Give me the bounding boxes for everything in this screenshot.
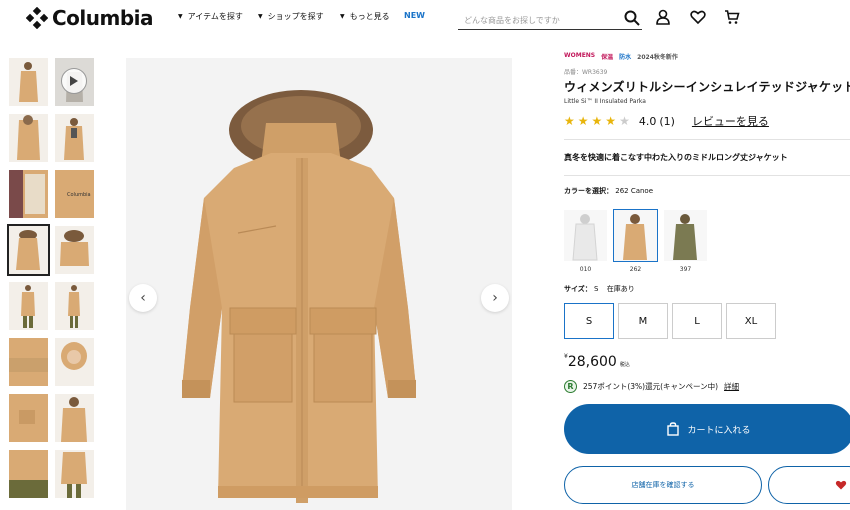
tag-warmth[interactable]: 保温 — [601, 52, 613, 61]
price: ¥ 28,600 税込 — [564, 353, 630, 370]
divider — [564, 175, 850, 176]
thumbnail[interactable] — [55, 450, 94, 498]
parka-illustration — [126, 58, 512, 510]
columbia-logo-icon — [26, 7, 48, 29]
nav-new[interactable]: NEW — [404, 11, 425, 20]
price-currency: ¥ — [564, 353, 568, 360]
size-button-l[interactable]: L — [672, 303, 722, 339]
chevron-down-icon: ▼ — [178, 13, 183, 20]
product-tags: WOMENS 保温 防水 2024秋冬新作 — [564, 52, 850, 61]
points-text: 257ポイント(3%)還元(キャンペーン中) — [583, 382, 719, 391]
tag-new-season[interactable]: 2024秋冬新作 — [637, 52, 678, 61]
swatch-397[interactable] — [664, 210, 707, 261]
price-tax: 税込 — [619, 362, 630, 368]
size-label: サイズ： S 在庫あり — [564, 284, 635, 294]
star-icon: ★ — [591, 114, 603, 128]
size-button-m[interactable]: M — [618, 303, 668, 339]
swatch-code: 010 — [579, 266, 592, 273]
play-icon — [61, 68, 87, 94]
size-label-text: サイズ： — [564, 285, 592, 293]
thumbnail[interactable] — [55, 282, 94, 330]
star-icon: ★ — [605, 114, 617, 128]
nav-find-items[interactable]: ▼ アイテムを探す — [178, 11, 243, 22]
thumbnail[interactable] — [55, 394, 94, 442]
site-header: Columbia ▼ アイテムを探す ▼ ショップを探す ▼ もっと見る NEW — [0, 0, 850, 46]
color-label-text: カラーを選択： — [564, 187, 613, 195]
thumbnail[interactable] — [9, 282, 48, 330]
product-info-panel: WOMENS 保温 防水 2024秋冬新作 品番：WR3639 ウィメンズリトル… — [564, 52, 850, 504]
thumbnail-selected[interactable] — [7, 224, 50, 276]
search-icon[interactable] — [624, 10, 640, 26]
nav-label: もっと見る — [349, 12, 390, 21]
thumbnail[interactable] — [9, 450, 48, 498]
cart-bag-icon — [667, 422, 680, 436]
points-detail-link[interactable]: 詳細 — [724, 381, 739, 392]
logo-text: Columbia — [52, 6, 154, 30]
points-icon: R — [564, 380, 577, 393]
swatch-code: 397 — [679, 266, 692, 273]
check-store-stock-button[interactable]: 店舗在庫を確認する — [564, 466, 762, 504]
product-tagline: 真冬を快適に着こなす中わた入りのミドルロング丈ジャケット — [564, 153, 788, 162]
divider — [564, 139, 850, 140]
size-selected: S — [594, 285, 599, 293]
size-button-xl[interactable]: XL — [726, 303, 776, 339]
video-thumbnail[interactable] — [55, 58, 94, 106]
thumbnail[interactable] — [9, 394, 48, 442]
points-info: R 257ポイント(3%)還元(キャンペーン中) 詳細 — [564, 380, 739, 393]
star-empty-icon: ★ — [619, 114, 630, 128]
prev-image-button[interactable]: ‹ — [129, 284, 157, 312]
cart-icon[interactable] — [724, 9, 740, 25]
heart-icon — [835, 480, 847, 490]
review-count: (1) — [659, 114, 675, 128]
product-name: ウィメンズリトルシーインシュレイテッドジャケット — [564, 80, 850, 94]
rating-value: 4.0 — [638, 114, 657, 128]
chevron-right-icon: › — [492, 290, 498, 306]
thumbnail[interactable] — [9, 114, 48, 162]
next-image-button[interactable]: › — [481, 284, 509, 312]
main-product-image: ‹ › — [126, 58, 512, 510]
thumbnail[interactable] — [55, 226, 94, 274]
chevron-down-icon: ▼ — [340, 13, 345, 20]
thumbnail[interactable] — [55, 114, 94, 162]
thumbnail[interactable]: Columbia — [55, 170, 94, 218]
chevron-left-icon: ‹ — [140, 290, 146, 306]
svg-text:Columbia: Columbia — [67, 192, 91, 198]
thumbnail[interactable] — [9, 170, 48, 218]
thumbnail[interactable] — [9, 338, 48, 386]
color-swatches — [564, 209, 707, 262]
chevron-down-icon: ▼ — [258, 13, 263, 20]
favorite-button[interactable] — [768, 466, 850, 504]
logo[interactable]: Columbia — [26, 6, 154, 30]
heart-icon[interactable] — [690, 9, 706, 25]
product-number: 品番：WR3639 — [564, 69, 608, 76]
user-icon[interactable] — [656, 9, 670, 25]
add-to-cart-label: カートに入れる — [687, 425, 751, 436]
tag-womens[interactable]: WOMENS — [564, 52, 595, 61]
thumbnail[interactable] — [55, 338, 94, 386]
nav-find-shops[interactable]: ▼ ショップを探す — [258, 11, 324, 22]
add-to-cart-button[interactable]: カートに入れる — [564, 404, 850, 454]
size-button-s[interactable]: S — [564, 303, 614, 339]
star-icon: ★ — [564, 114, 575, 128]
swatch-010[interactable] — [564, 210, 607, 261]
swatch-262-selected[interactable] — [613, 209, 658, 262]
tag-waterproof[interactable]: 防水 — [619, 52, 631, 61]
swatch-code: 262 — [629, 266, 642, 273]
search-bar — [458, 8, 642, 31]
color-label: カラーを選択： 262 Canoe — [564, 186, 850, 196]
stock-status: 在庫あり — [606, 285, 635, 293]
review-link[interactable]: レビューを見る — [692, 113, 769, 129]
color-selected: 262 Canoe — [615, 187, 654, 195]
thumbnail[interactable] — [9, 58, 48, 106]
nav-more[interactable]: ▼ もっと見る — [340, 11, 390, 22]
search-input[interactable] — [458, 10, 618, 31]
product-name-en: Little Si™ II Insulated Parka — [564, 98, 646, 105]
nav-label: ショップを探す — [267, 12, 324, 21]
nav-label: アイテムを探す — [187, 12, 243, 21]
rating-row: ★ ★ ★ ★ ★ 4.0 (1) レビューを見る — [564, 113, 850, 129]
star-icon: ★ — [577, 114, 589, 128]
price-value: 28,600 — [567, 354, 617, 370]
